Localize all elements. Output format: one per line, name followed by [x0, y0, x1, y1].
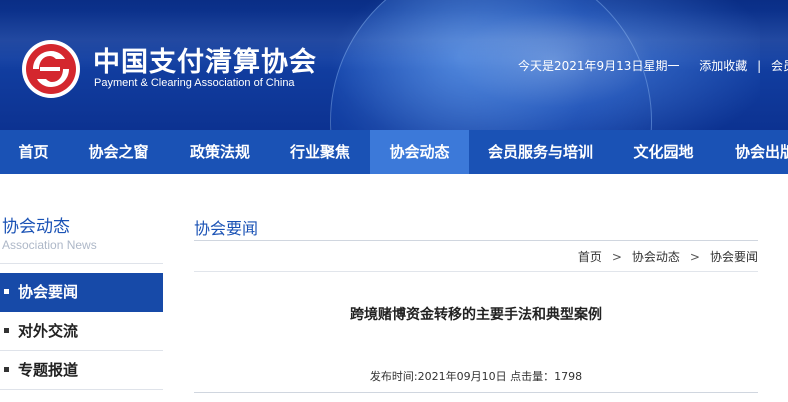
nav-item-association-window[interactable]: 协会之窗 [67, 130, 170, 174]
article-title: 跨境赌博资金转移的主要手法和典型案例 [350, 307, 602, 323]
org-name-cn: 中国支付清算协会 [93, 47, 317, 78]
breadcrumb-association-news[interactable]: 协会动态 [632, 250, 680, 264]
date-text: 今天是2021年9月13日星期一 [518, 59, 680, 73]
main-nav: 首页 协会之窗 政策法规 行业聚焦 协会动态 会员服务与培训 文化园地 协会出版 [0, 130, 788, 174]
nav-item-industry-focus[interactable]: 行业聚焦 [270, 130, 370, 174]
bullet-icon [4, 366, 9, 372]
sidebar-title: 协会动态 [2, 217, 70, 237]
sidebar-divider [0, 263, 163, 264]
breadcrumb: 首页 > 协会动态 > 协会要闻 [578, 248, 758, 265]
sidebar-subtitle: Association News [2, 238, 97, 252]
article-meta: 发布时间:2021年09月10日 点击量：1798 [369, 370, 583, 383]
org-name-en: Payment & Clearing Association of China [94, 77, 295, 89]
breadcrumb-home[interactable]: 首页 [578, 250, 602, 264]
bullet-icon [4, 288, 9, 294]
top-utility-bar: 今天是2021年9月13日星期一 添加收藏 | 会员登录 [518, 57, 788, 74]
separator: | [757, 59, 762, 73]
add-favorite-link[interactable]: 添加收藏 [699, 59, 747, 73]
sidebar-item-association-headlines[interactable]: 协会要闻 [0, 273, 163, 312]
association-logo-icon[interactable] [20, 38, 82, 100]
header-banner: 中国支付清算协会 Payment & Clearing Association … [0, 0, 788, 130]
chevron-right-icon: > [689, 250, 700, 264]
chevron-right-icon: > [611, 250, 622, 264]
meta-divider [194, 392, 758, 393]
member-login-link[interactable]: 会员登录 [771, 59, 788, 73]
section-title: 协会要闻 [194, 219, 259, 238]
section-divider [194, 240, 758, 241]
sidebar-item-label: 专题报道 [18, 361, 79, 379]
nav-item-culture[interactable]: 文化园地 [612, 130, 715, 174]
sidebar-item-special-reports[interactable]: 专题报道 [0, 351, 163, 390]
breadcrumb-headlines[interactable]: 协会要闻 [710, 250, 758, 264]
sidebar-item-external-exchange[interactable]: 对外交流 [0, 312, 163, 351]
nav-item-association-news[interactable]: 协会动态 [370, 130, 469, 174]
nav-item-home[interactable]: 首页 [0, 130, 67, 174]
nav-item-policies[interactable]: 政策法规 [170, 130, 270, 174]
breadcrumb-divider [194, 271, 758, 272]
nav-item-member-services[interactable]: 会员服务与培训 [469, 130, 612, 174]
sidebar-item-label: 协会要闻 [18, 283, 79, 301]
nav-item-publications[interactable]: 协会出版 [715, 130, 788, 174]
sidebar-item-label: 对外交流 [18, 322, 79, 340]
bullet-icon [4, 327, 9, 333]
